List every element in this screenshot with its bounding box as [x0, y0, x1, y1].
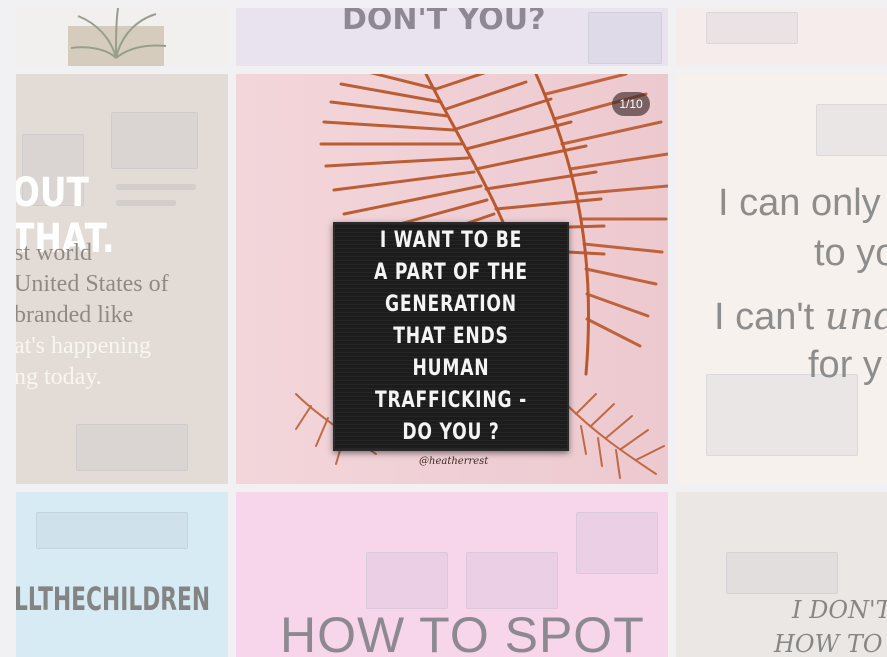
background-window: [706, 12, 798, 44]
letterboard-sign: I WANT TO BE A PART OF THE GENERATION TH…: [333, 222, 569, 451]
background-window: [576, 512, 658, 574]
quote-line: to yo: [814, 232, 887, 274]
creator-signature: @heatherrest: [419, 456, 489, 467]
quote-text: I can't: [714, 296, 825, 338]
background-window: [111, 112, 198, 169]
tile-text-line: at's happening: [16, 333, 151, 359]
letterboard-line: HUMAN: [412, 356, 490, 381]
featured-post[interactable]: 1/10 I WANT TO BE A PART OF THE GENERATI…: [236, 74, 668, 484]
quote-script-word: und: [824, 294, 887, 338]
tile-handwritten-line: I DON'T: [792, 596, 887, 624]
letterboard-line: I WANT TO BE: [379, 228, 523, 253]
background-window: [588, 12, 662, 64]
grid-tile-plant[interactable]: [16, 8, 228, 66]
background-window: [726, 552, 838, 594]
quote-line: I can only: [718, 182, 881, 224]
plant-illustration: [68, 8, 167, 66]
letterboard-line: A PART OF THE: [374, 260, 528, 285]
grid-tile-hashtag[interactable]: LLTHECHILDREN: [16, 492, 228, 657]
grid-tile-news-text[interactable]: OUT THAT. st world United States of bran…: [16, 74, 228, 484]
grid-tile-i-dont[interactable]: I DON'T HOW TO: [676, 492, 887, 657]
grid-tile-top-right[interactable]: [676, 8, 887, 66]
background-window: [76, 424, 188, 471]
letterboard-line: DO YOU ?: [402, 420, 500, 445]
carousel-counter: 1/10: [612, 92, 650, 116]
grid-tile-handwritten-quote[interactable]: I can only to yo I can't und for y: [676, 74, 887, 484]
letterboard-line: TRAFFICKING -: [374, 388, 527, 413]
background-window: [36, 512, 188, 549]
tile-text-line: branded like: [16, 302, 134, 328]
background-window: [366, 552, 448, 609]
tile-handwritten-line: HOW TO: [774, 630, 883, 657]
grid-tile-dont-you[interactable]: DON'T YOU?: [236, 8, 668, 66]
background-window: [466, 552, 558, 609]
grid-tile-how-to-spot[interactable]: HOW TO SPOT: [236, 492, 668, 657]
letterboard-line: GENERATION: [385, 292, 517, 317]
hashtag-text: LLTHECHILDREN: [16, 580, 211, 618]
letterboard-line: THAT ENDS: [393, 324, 509, 349]
tile-headline: DON'T YOU?: [342, 8, 546, 37]
tile-text-line: United States of: [16, 271, 169, 297]
quote-line: I can't und: [714, 294, 887, 339]
tile-headline: HOW TO SPOT: [280, 607, 645, 657]
tile-text-line: st world: [16, 240, 92, 266]
tile-text-line: ng today.: [16, 364, 102, 390]
quote-line: for y: [808, 344, 882, 386]
background-window: [816, 104, 887, 156]
